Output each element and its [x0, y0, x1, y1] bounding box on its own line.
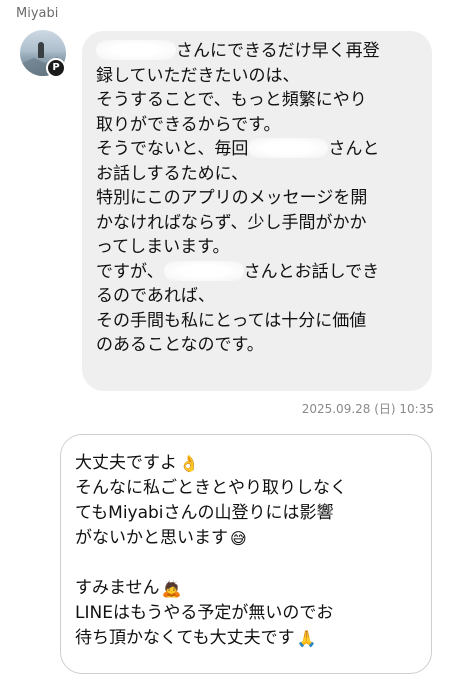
incoming-message-bubble[interactable]: さんにできるだけ早く再登 録していただきたいのは、 そうすることで、もっと頻繁に… [82, 31, 432, 391]
message-line: そんなに私ごときとやり取りしなく [75, 478, 347, 498]
message-line: LINEはもうやる予定が無いのでお [75, 603, 334, 623]
message-line: ですが、 さんとお話しでき [96, 260, 380, 282]
sweat-smile-icon: 😅 [230, 529, 247, 548]
message-line: 録していただきたいのは、 [96, 65, 300, 86]
message-line: そうすることで、もっと頻繁にやり [96, 90, 367, 110]
ok-hand-icon: 👌 [179, 454, 199, 473]
message-line: かなければならず、少し手間がかか [96, 212, 367, 233]
message-line: 大丈夫ですよ 👌 [75, 451, 421, 476]
redacted-name [163, 260, 244, 281]
message-line: 待ち頂かなくても大丈夫です 🙏 [75, 626, 421, 651]
avatar-person [38, 42, 44, 58]
profile-badge-icon: P [46, 58, 66, 78]
message-line: 特別にこのアプリのメッセージを開 [96, 188, 368, 208]
message-line: ってしまいます。 [96, 237, 230, 257]
sender-name: Miyabi [16, 6, 59, 21]
message-timestamp: 2025.09.28 (日) 10:35 [301, 402, 434, 416]
bowing-person-icon: 🙇 [161, 579, 182, 598]
message-line: お話しするために、 [96, 163, 249, 184]
message-line: さんにできるだけ早く再登 [96, 39, 422, 64]
message-line: すみません 🙇 [75, 576, 421, 601]
message-line: るのであれば、 [96, 286, 215, 306]
message-line: てもMiyabiさんの山登りには影響 [75, 503, 334, 523]
redacted-name [248, 138, 329, 158]
folded-hands-icon: 🙏 [296, 629, 317, 648]
redacted-name [96, 40, 176, 60]
message-line: がないかと思います 😅 [75, 526, 421, 551]
message-line: そうでないと、毎回 さんと [96, 138, 380, 159]
message-line: 取りができるからです。 [96, 114, 281, 135]
message-line: その手間も私にとっては十分に価値 [96, 310, 367, 331]
message-line: のあることなのです。 [96, 335, 264, 355]
outgoing-message-bubble[interactable]: 大丈夫ですよ 👌 そんなに私ごときとやり取りしなく てもMiyabiさんの山登りに… [60, 434, 432, 674]
